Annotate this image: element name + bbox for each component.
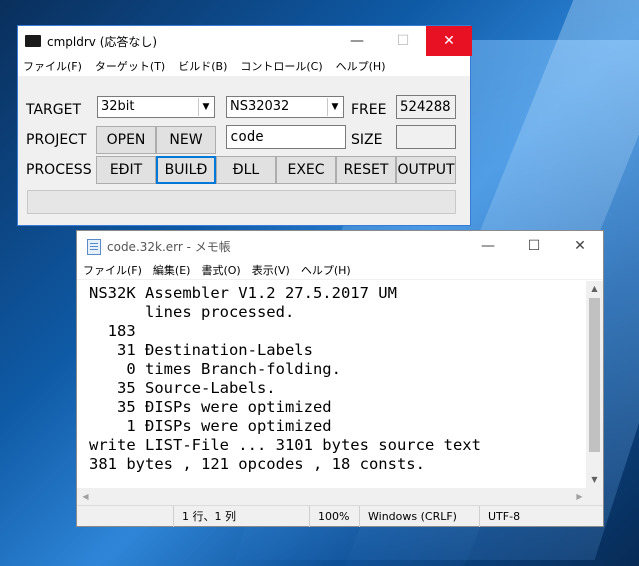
text-editor[interactable]: NS32K Assembler V1.2 27.5.2017 UM lines … (77, 281, 588, 488)
new-button[interactable]: NEW (156, 126, 216, 154)
target-label: TARGET (26, 102, 82, 118)
menu-help[interactable]: ヘルプ(H) (336, 58, 386, 74)
text-line: lines processed. (89, 303, 295, 321)
menu-view[interactable]: 表示(V) (252, 262, 290, 278)
open-button[interactable]: OPEN (96, 126, 156, 154)
process-label: PROCESS (26, 162, 92, 178)
encoding: UTF-8 (479, 506, 603, 527)
line-ending: Windows (CRLF) (359, 506, 479, 527)
cursor-position: 1 行、1 列 (173, 506, 309, 527)
vertical-scrollbar[interactable]: ▲ ▼ (586, 281, 603, 488)
chevron-down-icon[interactable]: ▼ (198, 98, 213, 116)
text-line: NS32K Assembler V1.2 27.5.2017 UM (89, 284, 397, 302)
menu-file[interactable]: ファイル(F) (23, 58, 82, 74)
build-button[interactable]: BUILÐ (156, 156, 216, 184)
cpu-select-value: NS32032 (230, 99, 290, 114)
edit-button[interactable]: EÐIT (96, 156, 156, 184)
menu-control[interactable]: コントロール(C) (240, 58, 322, 74)
output-button[interactable]: OUTPUT (396, 156, 456, 184)
text-line: 1 ÐISPs were optimized (89, 417, 332, 435)
size-label: SIZE (351, 132, 383, 148)
scroll-thumb[interactable] (589, 298, 600, 452)
text-line: 0 times Branch-folding. (89, 360, 341, 378)
scroll-up-icon[interactable]: ▲ (586, 281, 603, 297)
notepad-menu-bar: ファイル(F) 編集(E) 書式(O) 表示(V) ヘルプ(H) (77, 261, 603, 280)
scrollbar-corner (586, 488, 603, 505)
menu-build[interactable]: ビルド(B) (178, 58, 227, 74)
free-label: FREE (351, 102, 387, 118)
dll-button[interactable]: ÐLL (216, 156, 276, 184)
project-name-input[interactable]: code (226, 125, 346, 149)
free-value: 524288 (396, 95, 456, 119)
close-button[interactable]: ✕ (426, 26, 472, 56)
target-select[interactable]: 32bit ▼ (97, 96, 215, 118)
chip-icon (25, 35, 41, 47)
menu-file[interactable]: ファイル(F) (83, 262, 142, 278)
notepad-icon (87, 239, 101, 255)
notepad-status-bar: 1 行、1 列 100% Windows (CRLF) UTF-8 (77, 505, 603, 527)
close-button[interactable]: ✕ (557, 231, 603, 261)
text-line: 31 Ðestination-Labels (89, 341, 313, 359)
zoom-level: 100% (309, 506, 359, 527)
cmpldrv-window: cmpldrv (応答なし) — ☐ ✕ ファイル(F) ターゲット(T) ビル… (17, 25, 472, 226)
scroll-left-icon[interactable]: ◀ (77, 488, 94, 505)
menu-edit[interactable]: 編集(E) (153, 262, 191, 278)
notepad-window: code.32k.err - メモ帳 — ☐ ✕ ファイル(F) 編集(E) 書… (76, 230, 604, 527)
maximize-button[interactable]: ☐ (380, 26, 426, 56)
menu-target[interactable]: ターゲット(T) (95, 58, 165, 74)
target-select-value: 32bit (101, 99, 135, 114)
status-box (27, 190, 456, 214)
cpu-select[interactable]: NS32032 ▼ (226, 96, 344, 118)
minimize-button[interactable]: — (334, 26, 380, 56)
minimize-button[interactable]: — (465, 231, 511, 261)
notepad-title: code.32k.err - メモ帳 (107, 240, 231, 254)
size-value (396, 125, 456, 149)
horizontal-scrollbar[interactable]: ◀ ▶ (77, 488, 588, 505)
text-line: 183 (89, 322, 136, 340)
chevron-down-icon[interactable]: ▼ (327, 98, 342, 116)
text-line: 35 Source-Labels. (89, 379, 276, 397)
project-label: PROJECT (26, 132, 87, 148)
menu-bar: ファイル(F) ターゲット(T) ビルド(B) コントロール(C) ヘルプ(H) (18, 56, 470, 76)
title-bar[interactable]: cmpldrv (応答なし) — ☐ ✕ (18, 26, 472, 56)
scroll-down-icon[interactable]: ▼ (586, 472, 603, 488)
notepad-title-bar[interactable]: code.32k.err - メモ帳 — ☐ ✕ (77, 231, 603, 261)
menu-help[interactable]: ヘルプ(H) (301, 262, 351, 278)
text-line: 381 bytes , 121 opcodes , 18 consts. (89, 455, 425, 473)
text-line: write LIST-File ... 3101 bytes source te… (89, 436, 481, 454)
reset-button[interactable]: RESET (336, 156, 396, 184)
exec-button[interactable]: EXEC (276, 156, 336, 184)
menu-format[interactable]: 書式(O) (201, 262, 240, 278)
window-title: cmpldrv (応答なし) (47, 35, 158, 49)
maximize-button[interactable]: ☐ (511, 231, 557, 261)
text-line: 35 ÐISPs were optimized (89, 398, 332, 416)
